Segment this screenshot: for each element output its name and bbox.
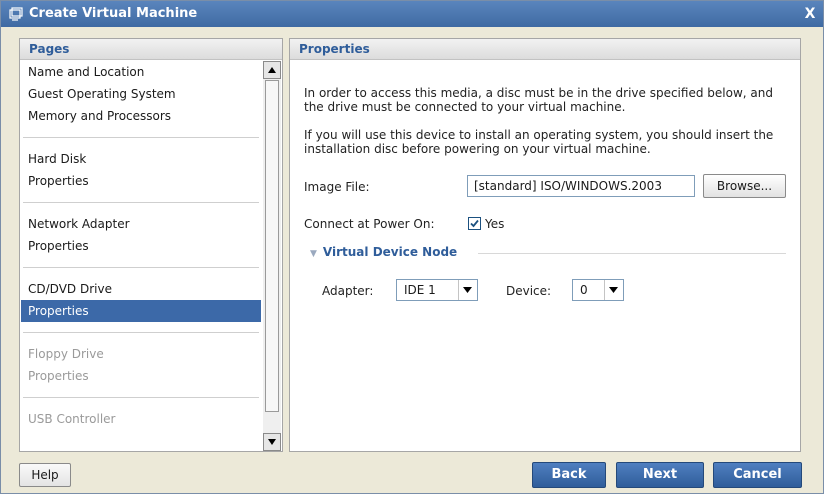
virtual-device-node-section[interactable]: ▼ Virtual Device Node bbox=[310, 245, 457, 259]
close-icon[interactable]: X bbox=[801, 5, 819, 23]
connect-at-power-on-checkbox[interactable] bbox=[468, 217, 481, 230]
page-item[interactable]: Memory and Processors bbox=[21, 105, 261, 127]
pages-pane: Pages Name and Location Guest Operating S… bbox=[19, 38, 283, 452]
page-item[interactable]: Properties bbox=[21, 170, 261, 192]
dropdown-arrow-icon bbox=[458, 280, 477, 300]
page-item[interactable]: CD/DVD Drive bbox=[21, 278, 261, 300]
device-label: Device: bbox=[506, 284, 552, 298]
scroll-thumb[interactable] bbox=[265, 80, 279, 412]
browse-button[interactable]: Browse... bbox=[703, 174, 786, 198]
device-value: 0 bbox=[580, 283, 588, 297]
connect-at-power-on-label: Connect at Power On: bbox=[304, 217, 435, 231]
scroll-up-button[interactable] bbox=[263, 61, 281, 79]
help-button[interactable]: Help bbox=[19, 463, 71, 487]
checkmark-icon bbox=[470, 219, 479, 228]
virtual-machine-icon bbox=[9, 7, 23, 21]
image-file-input[interactable]: [standard] ISO/WINDOWS.2003 bbox=[467, 175, 695, 197]
adapter-select[interactable]: IDE 1 bbox=[396, 279, 478, 301]
image-file-label: Image File: bbox=[304, 180, 370, 194]
section-divider bbox=[478, 253, 786, 254]
properties-pane: Properties In order to access this media… bbox=[289, 38, 801, 452]
arrow-up-icon bbox=[268, 67, 276, 73]
page-item[interactable]: Hard Disk bbox=[21, 148, 261, 170]
collapse-triangle-icon: ▼ bbox=[310, 249, 317, 259]
page-item[interactable]: Network Adapter bbox=[21, 213, 261, 235]
arrow-down-icon bbox=[268, 439, 276, 445]
properties-header: Properties bbox=[290, 39, 800, 60]
group-separator bbox=[23, 267, 259, 268]
page-item[interactable]: Name and Location bbox=[21, 61, 261, 83]
pages-scrollbar[interactable] bbox=[263, 61, 281, 451]
dropdown-arrow-icon bbox=[604, 280, 623, 300]
page-item[interactable]: Properties bbox=[21, 235, 261, 257]
adapter-value: IDE 1 bbox=[404, 283, 436, 297]
page-item: Properties bbox=[28, 369, 89, 383]
section-title: Virtual Device Node bbox=[322, 245, 458, 259]
page-item[interactable]: Guest Operating System bbox=[21, 83, 261, 105]
title-bar: Create Virtual Machine X bbox=[1, 1, 823, 27]
next-button[interactable]: Next bbox=[616, 462, 704, 488]
back-button[interactable]: Back bbox=[532, 462, 606, 488]
window-title: Create Virtual Machine bbox=[29, 6, 198, 21]
page-item[interactable]: Properties bbox=[21, 300, 261, 322]
adapter-label: Adapter: bbox=[322, 284, 374, 298]
scroll-down-button[interactable] bbox=[263, 433, 281, 451]
create-vm-dialog: Create Virtual Machine X Pages Name and … bbox=[0, 0, 824, 494]
group-separator bbox=[23, 397, 259, 398]
info-paragraph-1: In order to access this media, a disc mu… bbox=[304, 86, 773, 114]
device-select[interactable]: 0 bbox=[572, 279, 624, 301]
group-separator bbox=[23, 202, 259, 203]
cancel-button[interactable]: Cancel bbox=[713, 462, 802, 488]
group-separator bbox=[23, 137, 259, 138]
page-item: USB Controller bbox=[28, 412, 116, 426]
pages-list: Name and Location Guest Operating System M… bbox=[21, 61, 261, 451]
page-item: Floppy Drive bbox=[28, 347, 104, 361]
group-separator bbox=[23, 332, 259, 333]
connect-yes-label: Yes bbox=[485, 217, 505, 231]
info-paragraph-2: If you will use this device to install a… bbox=[304, 128, 774, 156]
pages-header: Pages bbox=[20, 39, 282, 60]
